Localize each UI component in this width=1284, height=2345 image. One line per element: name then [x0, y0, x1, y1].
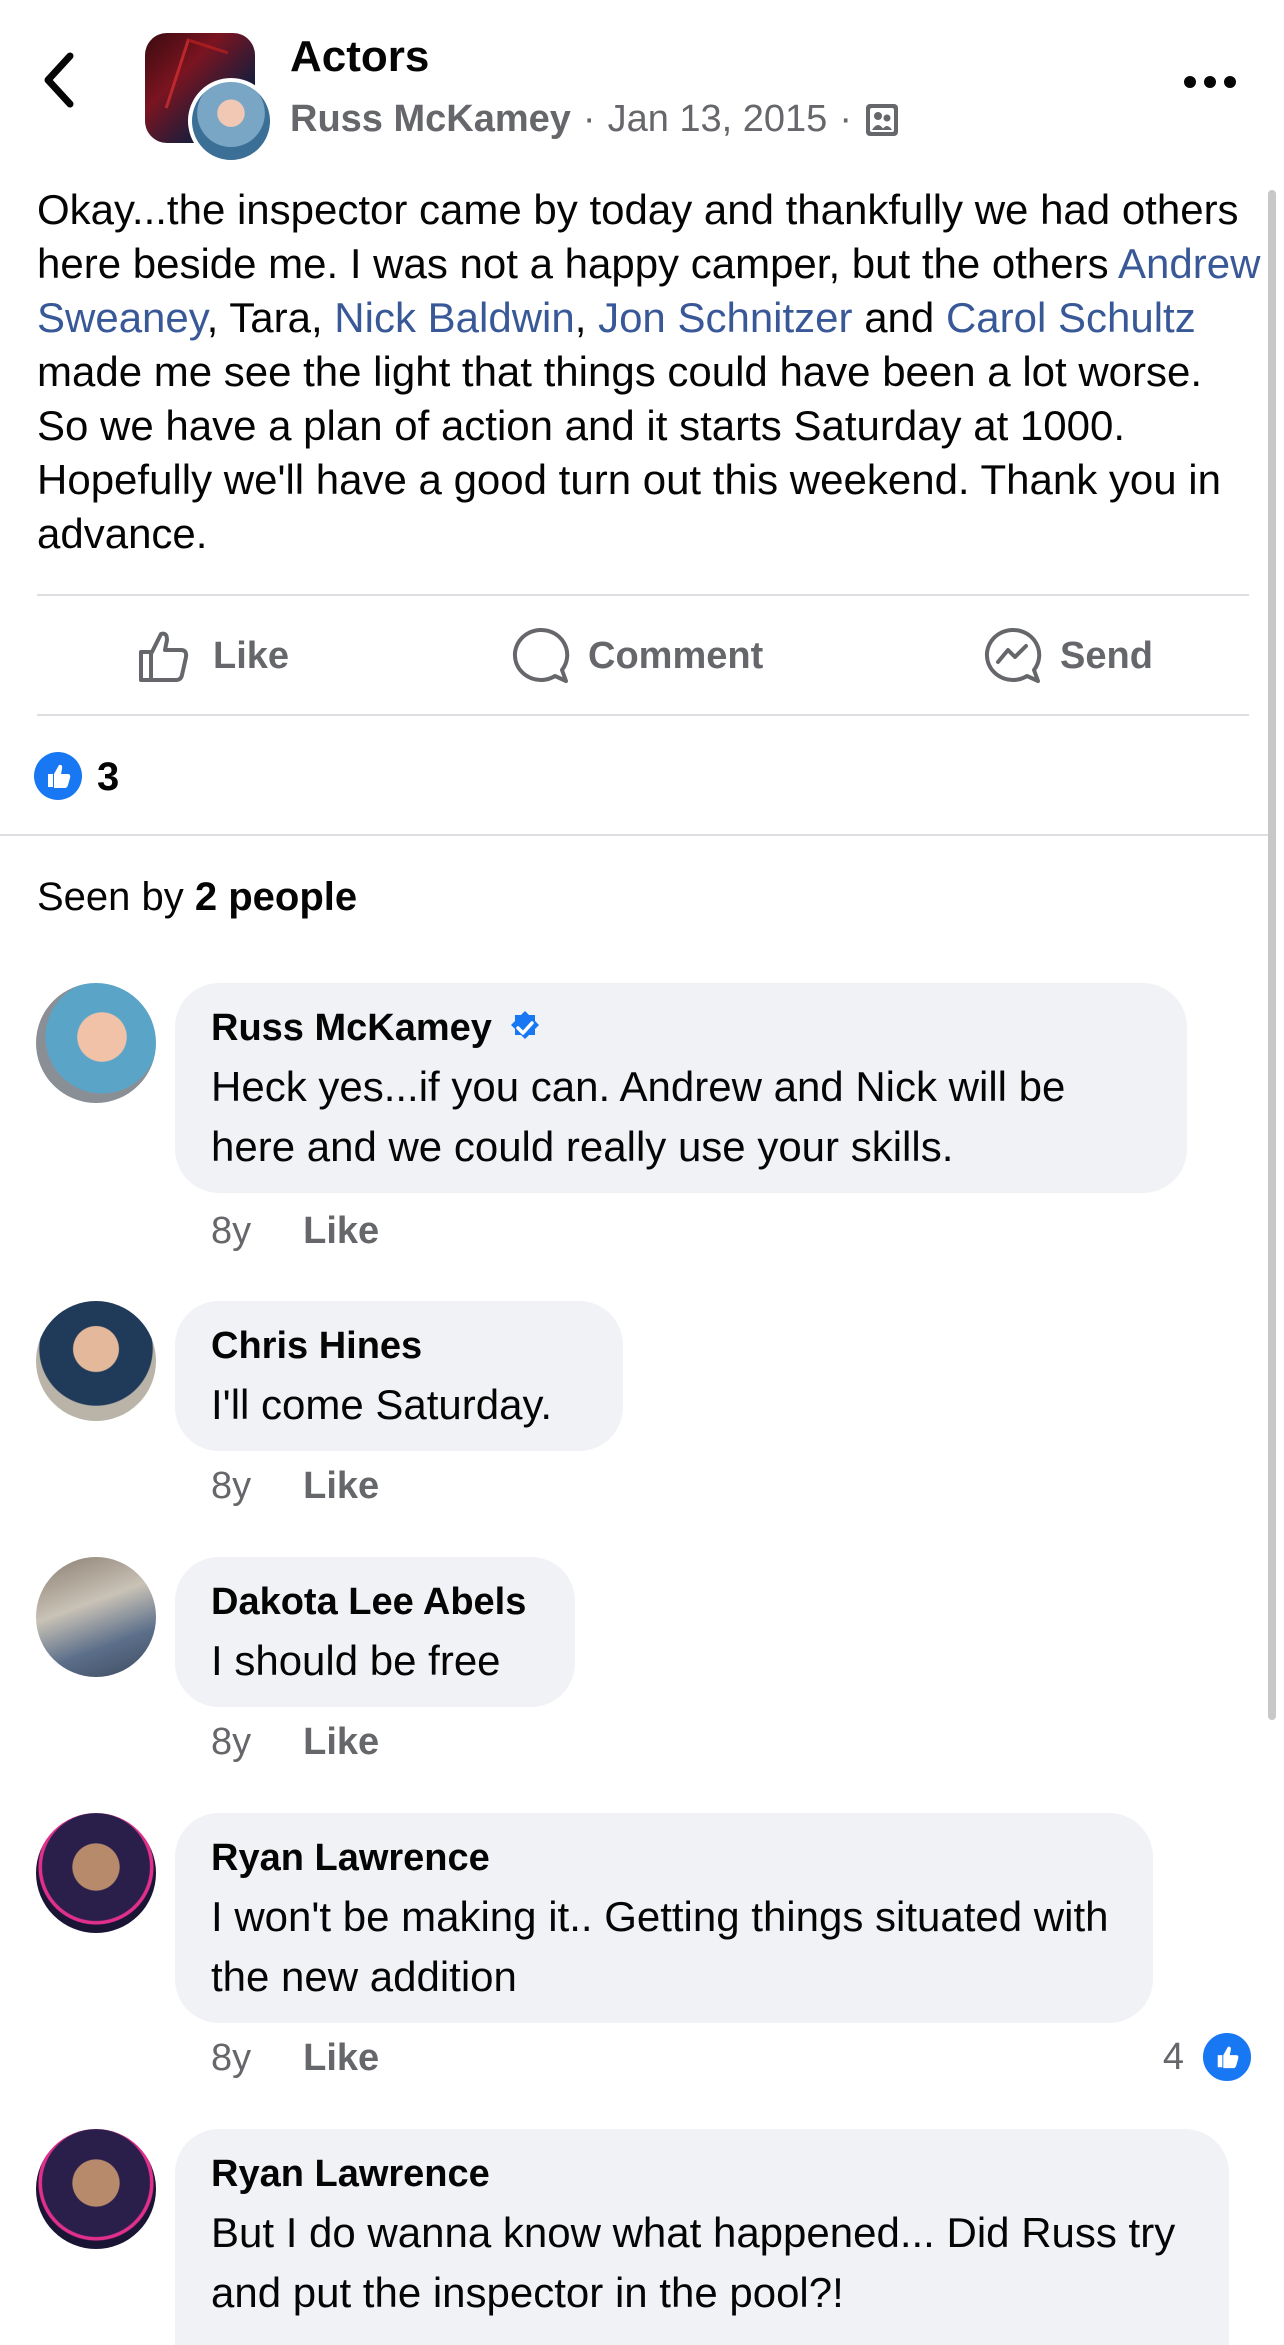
more-options-button[interactable]	[1180, 72, 1240, 92]
commenter-name[interactable]: Dakota Lee Abels	[211, 1579, 539, 1625]
thumbs-up-icon	[139, 631, 189, 682]
like-reaction-icon[interactable]	[34, 752, 82, 800]
comment-footer: 8y Like	[211, 1210, 379, 1253]
divider	[0, 834, 1268, 836]
post-date[interactable]: Jan 13, 2015	[608, 98, 828, 141]
divider	[37, 594, 1249, 596]
comment-bubble[interactable]: Russ McKamey Heck yes...if you can. Andr…	[175, 983, 1187, 1193]
messenger-icon	[984, 627, 1042, 683]
comment-age: 8y	[211, 2037, 252, 2079]
comment-text: I'll come Saturday.	[211, 1381, 553, 1428]
divider	[37, 714, 1249, 716]
comment-icon	[512, 627, 570, 683]
mention-link[interactable]: Carol Schultz	[946, 294, 1196, 341]
comment-text: But I do wanna know what happened... Did…	[211, 2209, 1176, 2316]
mention-link[interactable]: Nick Baldwin	[334, 294, 574, 341]
comment-like-button[interactable]: Like	[303, 1465, 379, 1508]
comment-bubble[interactable]: Dakota Lee Abels I should be free	[175, 1557, 575, 1707]
comment-text: I won't be making it.. Getting things si…	[211, 1893, 1109, 2000]
back-button[interactable]	[40, 50, 100, 120]
group-audience-icon	[865, 103, 898, 136]
comment-button[interactable]: Comment	[510, 618, 763, 694]
more-icon	[1184, 76, 1236, 88]
comment-bubble[interactable]: Ryan Lawrence But I do wanna know what h…	[175, 2129, 1229, 2345]
chevron-left-icon	[44, 52, 74, 108]
commenter-avatar[interactable]	[36, 1813, 156, 1933]
comment-like-button[interactable]: Like	[303, 1210, 379, 1253]
commenter-avatar[interactable]	[36, 1301, 156, 1421]
comment-text: Heck yes...if you can. Andrew and Nick w…	[211, 1063, 1066, 1170]
like-button[interactable]: Like	[135, 618, 289, 694]
comment-text: I should be free	[211, 1637, 501, 1684]
reaction-count[interactable]: 3	[97, 755, 119, 800]
post-body: Okay...the inspector came by today and t…	[37, 186, 1261, 557]
comment-footer: 8y Like	[211, 1465, 379, 1508]
like-reaction-icon	[1200, 2030, 1254, 2084]
seen-by[interactable]: Seen by 2 people	[37, 875, 357, 920]
commenter-avatar[interactable]	[36, 1557, 156, 1677]
commenter-name[interactable]: Chris Hines	[211, 1323, 587, 1369]
group-name[interactable]: Actors	[290, 32, 429, 82]
comment-footer: 8y Like	[211, 1721, 379, 1764]
post-meta: Russ McKamey · Jan 13, 2015 ·	[290, 98, 900, 141]
comment-bubble[interactable]: Ryan Lawrence I won't be making it.. Get…	[175, 1813, 1153, 2023]
commenter-avatar[interactable]	[36, 2129, 156, 2249]
comment-like-button[interactable]: Like	[303, 2037, 379, 2080]
commenter-name[interactable]: Ryan Lawrence	[211, 1835, 1117, 1881]
verified-badge-icon	[510, 1011, 539, 1039]
mention-link[interactable]: Jon Schnitzer	[598, 294, 852, 341]
comment-reaction-count[interactable]: 4	[1163, 2030, 1254, 2084]
comment-age: 8y	[211, 1721, 252, 1763]
comment-footer: 8y Like	[211, 2037, 379, 2080]
comment-like-button[interactable]: Like	[303, 1721, 379, 1764]
send-button[interactable]: Send	[982, 618, 1153, 694]
commenter-name[interactable]: Ryan Lawrence	[211, 2151, 1193, 2197]
author-avatar[interactable]	[188, 78, 274, 164]
commenter-name[interactable]: Russ McKamey	[211, 1005, 1151, 1051]
comment-age: 8y	[211, 1210, 252, 1252]
comment-age: 8y	[211, 1465, 252, 1507]
comment-bubble[interactable]: Chris Hines I'll come Saturday.	[175, 1301, 623, 1451]
commenter-avatar[interactable]	[36, 983, 156, 1103]
post-author[interactable]: Russ McKamey	[290, 98, 571, 141]
scrollbar[interactable]	[1268, 190, 1276, 1720]
